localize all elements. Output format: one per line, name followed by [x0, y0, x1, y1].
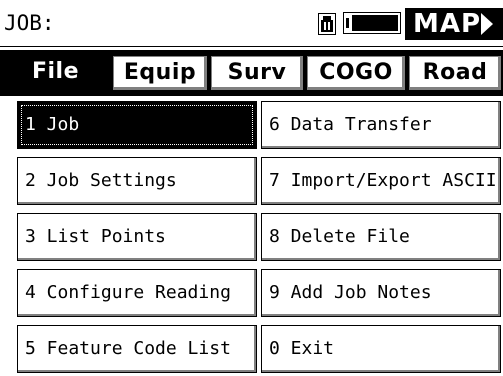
menu-exit-label: 0 Exit	[269, 338, 335, 359]
power-level-icon	[343, 12, 401, 34]
title-separator	[0, 46, 503, 47]
tab-file[interactable]: File	[6, 54, 105, 94]
battery-icon	[318, 13, 336, 35]
menu-delete-file-label: 8 Delete File	[269, 226, 410, 247]
menu-feature-code-list-label: 5 Feature Code List	[25, 338, 231, 359]
menu-data-transfer-label: 6 Data Transfer	[269, 114, 432, 135]
menu-feature-code-list-button[interactable]: 5 Feature Code List	[17, 325, 257, 373]
arrow-right-icon	[481, 13, 494, 35]
map-button-label: MAP	[413, 9, 482, 39]
page-title: JOB:	[4, 11, 55, 35]
menu-data-transfer-button[interactable]: 6 Data Transfer	[261, 101, 501, 149]
menu-job-settings-button[interactable]: 2 Job Settings	[17, 157, 257, 205]
menu-list-points-label: 3 List Points	[25, 226, 166, 247]
title-bar: JOB: MAP	[0, 0, 503, 46]
tab-road[interactable]: Road	[409, 56, 501, 90]
menu-job-settings-label: 2 Job Settings	[25, 170, 177, 191]
tab-equip[interactable]: Equip	[113, 56, 207, 90]
menu-exit-button[interactable]: 0 Exit	[261, 325, 501, 373]
menu-job-button[interactable]: 1 Job	[17, 101, 257, 149]
menu-configure-reading-label: 4 Configure Reading	[25, 282, 231, 303]
file-menu: 1 Job 2 Job Settings 3 List Points 4 Con…	[0, 96, 503, 376]
map-button[interactable]: MAP	[405, 8, 503, 40]
menu-import-export-ascii-button[interactable]: 7 Import/Export ASCII	[261, 157, 501, 205]
tab-cogo[interactable]: COGO	[307, 56, 405, 90]
menu-import-export-ascii-label: 7 Import/Export ASCII	[269, 170, 497, 191]
menu-job-label: 1 Job	[25, 114, 80, 135]
menu-list-points-button[interactable]: 3 List Points	[17, 213, 257, 261]
menu-add-job-notes-label: 9 Add Job Notes	[269, 282, 432, 303]
tab-surv[interactable]: Surv	[211, 56, 303, 90]
tab-bar: File Equip Surv COGO Road	[0, 50, 503, 96]
menu-add-job-notes-button[interactable]: 9 Add Job Notes	[261, 269, 501, 317]
menu-delete-file-button[interactable]: 8 Delete File	[261, 213, 501, 261]
menu-configure-reading-button[interactable]: 4 Configure Reading	[17, 269, 257, 317]
